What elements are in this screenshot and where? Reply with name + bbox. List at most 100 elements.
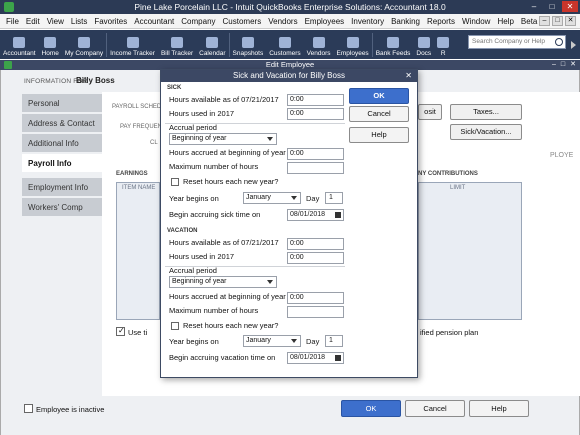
iconbar-vendors[interactable]: Vendors (304, 30, 334, 59)
vacation-begin-accruing-field[interactable]: 08/01/2018 (287, 352, 344, 364)
vacation-section-label: VACATION (167, 228, 198, 234)
window-controls: – □ ✕ (526, 1, 578, 12)
direct-deposit-button[interactable]: osit (418, 104, 442, 120)
tab-employment-info[interactable]: Employment Info (22, 178, 102, 197)
employee-cut-label: PLOYE (550, 152, 574, 159)
menu-lists[interactable]: Lists (71, 17, 87, 26)
sick-hours-used-field[interactable]: 0:00 (287, 108, 344, 120)
iconbar-docs[interactable]: Docs (413, 30, 434, 59)
sick-reset-checkbox[interactable] (171, 178, 179, 186)
chevron-down-icon (291, 339, 297, 343)
menu-employees[interactable]: Employees (305, 17, 345, 26)
vacation-hours-available-field[interactable]: 0:00 (287, 238, 344, 250)
item-name-header: ITEM NAME (122, 185, 156, 191)
bank-feeds-icon (387, 37, 400, 48)
menu-file[interactable]: File (6, 17, 19, 26)
menu-accountant[interactable]: Accountant (134, 17, 174, 26)
menu-company[interactable]: Company (181, 17, 215, 26)
iconbar-calendar[interactable]: Calendar (196, 30, 228, 59)
vacation-hours-used-label: Hours used in 2017 (169, 252, 235, 261)
calendar-icon[interactable] (335, 355, 341, 361)
menu-beta[interactable]: Beta (521, 17, 537, 26)
minimize-button[interactable]: – (526, 1, 542, 12)
search-icon[interactable] (555, 38, 563, 46)
ee-minimize-button[interactable]: – (552, 60, 556, 70)
vacation-reset-label: Reset hours each new year? (183, 321, 279, 330)
calendar-icon[interactable] (335, 212, 341, 218)
tab-payroll-info[interactable]: Payroll Info (22, 154, 102, 173)
menu-vendors[interactable]: Vendors (268, 17, 297, 26)
tab-personal[interactable]: Personal (22, 94, 102, 113)
iconbar-snapshots[interactable]: Snapshots (230, 30, 267, 59)
dialog-cancel-button[interactable]: Cancel (349, 106, 409, 122)
sick-hours-accrued-field[interactable]: 0:00 (287, 148, 344, 160)
dialog-close-icon[interactable]: ✕ (405, 70, 412, 82)
menu-reports[interactable]: Reports (427, 17, 455, 26)
app-title-bar: Pine Lake Porcelain LLC - Intuit QuickBo… (0, 0, 580, 14)
sick-hours-available-field[interactable]: 0:00 (287, 94, 344, 106)
child-close-button[interactable]: ✕ (565, 16, 576, 26)
vacation-hours-available-label: Hours available as of 07/21/2017 (169, 238, 279, 247)
sick-year-begins-select[interactable]: January (243, 192, 301, 204)
home-icon (44, 37, 57, 48)
menu-inventory[interactable]: Inventory (351, 17, 384, 26)
iconbar-bill-tracker[interactable]: Bill Tracker (158, 30, 196, 59)
maximize-button[interactable]: □ (544, 1, 560, 12)
dialog-ok-button[interactable]: OK (349, 88, 409, 104)
sick-day-field[interactable]: 1 (325, 192, 343, 204)
dialog-title-bar: Sick and Vacation for Billy Boss ✕ (161, 70, 417, 82)
child-minimize-button[interactable]: – (539, 16, 550, 26)
iconbar-income-tracker[interactable]: Income Tracker (107, 30, 158, 59)
sick-day-label: Day (306, 194, 320, 203)
vacation-day-field[interactable]: 1 (325, 335, 343, 347)
iconbar-customers[interactable]: Customers (266, 30, 303, 59)
edit-employee-ok-button[interactable]: OK (341, 400, 401, 417)
iconbar-employees[interactable]: Employees (334, 30, 372, 59)
use-time-checkbox[interactable] (116, 326, 125, 336)
dialog-help-button[interactable]: Help (349, 127, 409, 143)
ee-close-button[interactable]: ✕ (570, 60, 576, 70)
tab-address-contact[interactable]: Address & Contact (22, 114, 102, 133)
child-restore-button[interactable]: □ (552, 16, 563, 26)
iconbar-bank-feeds[interactable]: Bank Feeds (373, 30, 414, 59)
vacation-year-begins-select[interactable]: January (243, 335, 301, 347)
pay-frequency-label: PAY FREQUEN (120, 124, 163, 130)
menu-view[interactable]: View (47, 17, 64, 26)
taxes-button[interactable]: Taxes... (450, 104, 522, 120)
edit-employee-help-button[interactable]: Help (469, 400, 529, 417)
chevron-right-icon[interactable] (571, 41, 576, 49)
chevron-down-icon (267, 137, 273, 141)
vacation-max-hours-field[interactable] (287, 306, 344, 318)
tab-additional-info[interactable]: Additional Info (22, 134, 102, 153)
sick-vacation-button[interactable]: Sick/Vacation... (450, 124, 522, 140)
menu-window[interactable]: Window (462, 17, 490, 26)
menu-banking[interactable]: Banking (391, 17, 420, 26)
vacation-hours-accrued-field[interactable]: 0:00 (287, 292, 344, 304)
employees-icon (346, 37, 359, 48)
edit-employee-window-controls: – □ ✕ (552, 60, 576, 70)
sick-begin-accruing-field[interactable]: 08/01/2018 (287, 209, 344, 221)
vendors-icon (312, 37, 325, 48)
sick-max-hours-field[interactable] (287, 162, 344, 174)
menu-bar: File Edit View Lists Favorites Accountan… (0, 14, 580, 29)
ee-maximize-button[interactable]: □ (561, 60, 565, 70)
iconbar-home[interactable]: Home (39, 30, 62, 59)
menu-favorites[interactable]: Favorites (94, 17, 127, 26)
income-tracker-icon (126, 37, 139, 48)
vacation-accrual-period-select[interactable]: Beginning of year (169, 276, 277, 288)
vacation-reset-checkbox[interactable] (171, 322, 179, 330)
employee-inactive-checkbox[interactable] (24, 404, 33, 413)
iconbar-my-company[interactable]: My Company (62, 30, 106, 59)
sick-accrual-period-select[interactable]: Beginning of year (169, 133, 277, 145)
close-button[interactable]: ✕ (562, 1, 578, 12)
menu-edit[interactable]: Edit (26, 17, 40, 26)
search-input[interactable]: Search Company or Help (468, 35, 566, 49)
tab-workers-comp[interactable]: Workers' Comp (22, 198, 102, 217)
iconbar-accountant[interactable]: Accountant (0, 30, 39, 59)
earnings-label: EARNINGS (116, 171, 148, 177)
vacation-hours-used-field[interactable]: 0:00 (287, 252, 344, 264)
iconbar-reports[interactable]: R (434, 30, 452, 59)
menu-customers[interactable]: Customers (223, 17, 262, 26)
edit-employee-cancel-button[interactable]: Cancel (405, 400, 465, 417)
menu-help[interactable]: Help (497, 17, 513, 26)
